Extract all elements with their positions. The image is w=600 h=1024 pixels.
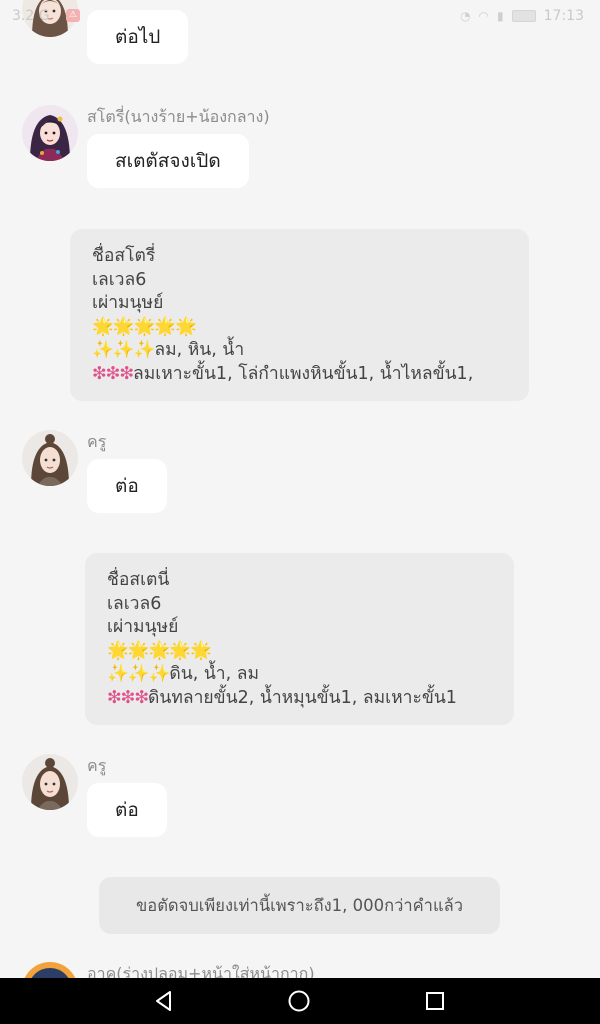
home-circle-icon[interactable]: [284, 986, 314, 1016]
avatar[interactable]: [22, 430, 78, 486]
notification-badge-icon: ⚠: [66, 9, 80, 22]
sender-name: ครู: [87, 432, 107, 451]
signal-icon: ▮: [497, 9, 504, 23]
chat-screen: 3.2 G ⚠ ◔ ◠ ▮ 17:13 ต่อไป สโตรี่(นางร้าย…: [0, 0, 600, 1024]
card-elements-line: ✨✨✨ลม, หิน, น้ำ: [92, 339, 507, 363]
message-bubble[interactable]: ต่อ: [87, 459, 167, 513]
card-stars-line: 🌟🌟🌟🌟🌟: [107, 640, 212, 661]
status-icons: ◔ ◠ ▮ 17:13: [460, 8, 584, 24]
card-name-line: ชื่อสเตนี่: [107, 570, 170, 590]
back-triangle-icon[interactable]: [149, 986, 179, 1016]
card-race-line: เผ่ามนุษย์: [107, 617, 179, 637]
battery-icon: [511, 10, 536, 22]
status-bar: 3.2 G ⚠ ◔ ◠ ▮ 17:13: [0, 6, 600, 28]
network-indicator: 3.2 G: [12, 8, 50, 24]
skill-icons: ❇❇❇: [92, 363, 134, 384]
sender-name: สโตรี่(นางร้าย+น้องกลาง): [87, 107, 270, 126]
system-message: ขอตัดจบเพียงเท่านี้เพราะถึง1, 000กว่าคำแ…: [99, 877, 500, 934]
recents-square-icon[interactable]: [420, 986, 450, 1016]
card-skills-text: ดินทลายขั้น2, น้ำหมุนขั้น1, ลมเหาะขั้น1: [148, 687, 457, 708]
sparkle-icons: ✨✨✨: [107, 664, 170, 684]
avatar[interactable]: [22, 105, 78, 161]
status-time: 17:13: [543, 8, 584, 24]
card-elements-text: ลม, หิน, น้ำ: [154, 340, 245, 360]
status-card[interactable]: ชื่อสเตนี่ เลเวล6 เผ่ามนุษย์ 🌟🌟🌟🌟🌟 ✨✨✨ดิ…: [85, 553, 514, 725]
card-level-line: เลเวล6: [92, 269, 147, 290]
alarm-icon: ◔: [460, 9, 471, 23]
card-name-line: ชื่อสโตรี่: [92, 246, 156, 266]
card-skills-line: ❇❇❇ลมเหาะขั้น1, โล่กำแพงหินขั้น1, น้ำไหล…: [92, 363, 507, 387]
card-elements-text: ดิน, น้ำ, ลม: [169, 664, 260, 684]
sparkle-icons: ✨✨✨: [92, 340, 155, 360]
skill-icons: ❇❇❇: [107, 687, 149, 708]
sender-name: ครู: [87, 756, 107, 775]
message-bubble[interactable]: สเตตัสจงเปิด: [87, 134, 249, 188]
status-card[interactable]: ชื่อสโตรี่ เลเวล6 เผ่ามนุษย์ 🌟🌟🌟🌟🌟 ✨✨✨ลม…: [70, 229, 529, 401]
card-level-line: เลเวล6: [107, 593, 162, 614]
card-elements-line: ✨✨✨ดิน, น้ำ, ลม: [107, 663, 492, 687]
message-bubble[interactable]: ต่อ: [87, 783, 167, 837]
card-skills-text: ลมเหาะขั้น1, โล่กำแพงหินขั้น1, น้ำไหลขั้…: [133, 363, 474, 384]
card-stars-line: 🌟🌟🌟🌟🌟: [92, 316, 197, 337]
avatar[interactable]: [22, 754, 78, 810]
wifi-icon: ◠: [478, 9, 490, 23]
card-race-line: เผ่ามนุษย์: [92, 293, 164, 313]
navigation-bar: [0, 978, 600, 1024]
card-skills-line: ❇❇❇ดินทลายขั้น2, น้ำหมุนขั้น1, ลมเหาะขั้…: [107, 687, 492, 711]
